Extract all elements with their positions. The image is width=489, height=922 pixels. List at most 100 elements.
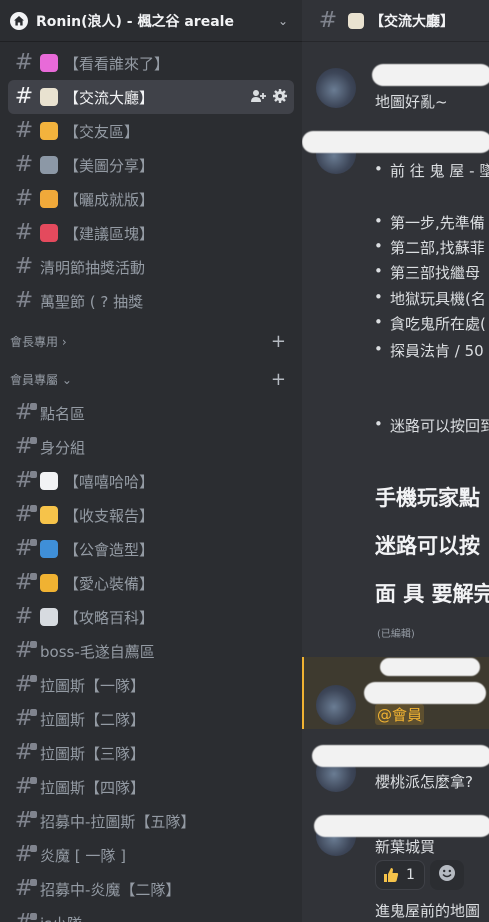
create-channel-icon[interactable]: + <box>271 331 286 352</box>
avatar[interactable] <box>316 68 356 108</box>
channel-0[interactable]: # 【看看誰來了】 <box>8 46 294 80</box>
category-leader-only[interactable]: 會長專用 › + <box>0 324 302 358</box>
money-mouth-face-icon <box>40 506 58 524</box>
performing-arts-icon <box>40 574 58 592</box>
hash-icon: # <box>12 742 37 764</box>
username-redacted <box>372 64 489 86</box>
channel-7[interactable]: # 萬聖節 ( ? 抽獎 <box>8 284 294 318</box>
reaction-thumbs-up[interactable]: 1 <box>375 860 425 890</box>
member-channel-4[interactable]: # 【公會造型】 <box>8 532 294 566</box>
username-redacted <box>302 131 489 153</box>
member-channel-7[interactable]: # boss-毛遂自薦區 <box>8 634 294 668</box>
channel-header: # 【交流大廳】 <box>302 0 489 42</box>
channel-name: is小隊 <box>40 913 82 922</box>
home-icon <box>10 11 28 30</box>
add-reaction-button[interactable] <box>430 860 464 890</box>
channel-name: 萬聖節 ( ? 抽獎 <box>40 292 144 311</box>
member-channel-3[interactable]: # 【收支報告】 <box>8 498 294 532</box>
channel-name: boss-毛遂自薦區 <box>40 642 155 661</box>
member-channel-0[interactable]: # 點名區 <box>8 396 294 430</box>
category-label: 會員專屬 ⌄ <box>10 372 72 387</box>
member-channel-5[interactable]: # 【愛心裝備】 <box>8 566 294 600</box>
channel-list-members: # 點名區 # 身分組 # 【嘻嘻哈哈】 # 【收支報告】 # 【公會造型】 # 【愛心裝備】 # 【攻略… <box>0 396 302 922</box>
channel-6[interactable]: # 清明節抽獎活動 <box>8 250 294 284</box>
channel-sidebar: Ronin(浪人) - 楓之谷 areale ⌄ # 【看看誰來了】 # 【交流大廳】… <box>0 0 302 922</box>
message-heading: 迷路可以按 <box>375 534 480 558</box>
role-mention[interactable]: @會員 <box>375 704 425 725</box>
channel-name: 清明節抽獎活動 <box>40 258 146 277</box>
channel-name: 【收支報告】 <box>64 506 155 525</box>
camera-icon <box>40 156 58 174</box>
channel-name: 拉圖斯【三隊】 <box>40 744 146 763</box>
member-channel-13[interactable]: # 炎魔 [ 一隊 ] <box>8 838 294 872</box>
member-channel-12[interactable]: # 招募中-拉圖斯【五隊】 <box>8 804 294 838</box>
handshake-icon <box>40 122 58 140</box>
avatar[interactable] <box>316 685 356 725</box>
message-bullet: 前 往 鬼 屋 - 墜 <box>374 160 489 181</box>
member-channel-9[interactable]: # 拉圖斯【二隊】 <box>8 702 294 736</box>
member-channel-1[interactable]: # 身分組 <box>8 430 294 464</box>
invite-icon[interactable] <box>250 88 266 104</box>
channel-name: 招募中-拉圖斯【五隊】 <box>40 812 196 831</box>
channel-1[interactable]: # 【交流大廳】 <box>8 80 294 114</box>
category-members-only[interactable]: 會員專屬 ⌄ + <box>0 362 302 396</box>
hash-icon: # <box>14 84 34 109</box>
create-channel-icon[interactable]: + <box>271 369 286 390</box>
channel-4[interactable]: # 【曬成就版】 <box>8 182 294 216</box>
channel-name: 【攻略百科】 <box>64 608 155 627</box>
channel-2[interactable]: # 【交友區】 <box>8 114 294 148</box>
channel-3[interactable]: # 【美圖分享】 <box>8 148 294 182</box>
thumbs-up-icon <box>382 866 400 884</box>
reaction-count: 1 <box>406 867 415 883</box>
channel-name: 【美圖分享】 <box>64 156 155 175</box>
member-channel-11[interactable]: # 拉圖斯【四隊】 <box>8 770 294 804</box>
hash-icon: # <box>12 674 37 696</box>
medal-icon <box>40 190 58 208</box>
chevron-down-icon[interactable]: ⌄ <box>274 14 292 28</box>
hash-icon: # <box>14 118 34 143</box>
username-redacted <box>312 745 489 767</box>
channel-name: 招募中-炎魔【二隊】 <box>40 880 181 899</box>
channel-name: 【看看誰來了】 <box>64 54 170 73</box>
edited-label: (已編輯) <box>377 629 415 640</box>
channel-name: 【曬成就版】 <box>64 190 155 209</box>
username-redacted <box>364 682 486 704</box>
message-heading: 手機玩家點 <box>375 486 480 510</box>
t-shirt-icon <box>40 540 58 558</box>
username-redacted <box>314 815 489 837</box>
hash-icon: # <box>12 572 37 594</box>
member-channel-10[interactable]: # 拉圖斯【三隊】 <box>8 736 294 770</box>
message-bullet: 探員法肯 / 50 <box>374 340 484 361</box>
hash-icon: # <box>12 878 37 900</box>
channel-list-top: # 【看看誰來了】 # 【交流大廳】 # 【交友區】 # 【美圖分享】 # 【曬成就版】 # 【建議區… <box>0 42 302 318</box>
speech-balloon-icon <box>40 472 58 490</box>
member-channel-6[interactable]: # 【攻略百科】 <box>8 600 294 634</box>
message-text: 新葉城買 <box>375 838 436 856</box>
hash-icon: # <box>12 708 37 730</box>
channel-name: 【公會造型】 <box>64 540 155 559</box>
message-bullet: 第三部找繼母 <box>374 262 480 283</box>
message-text: 進鬼屋前的地圖 <box>375 902 481 920</box>
hash-icon: # <box>12 470 37 492</box>
hash-icon: # <box>14 152 34 177</box>
gear-icon[interactable] <box>272 88 288 104</box>
category-label: 會長專用 › <box>10 334 67 349</box>
hash-icon: # <box>12 640 37 662</box>
hash-icon: # <box>14 220 34 245</box>
channel-5[interactable]: # 【建議區塊】 <box>8 216 294 250</box>
member-channel-14[interactable]: # 招募中-炎魔【二隊】 <box>8 872 294 906</box>
hash-icon: # <box>12 912 37 922</box>
member-channel-15[interactable]: #is小隊 <box>8 906 294 922</box>
channel-name: 【嘻嘻哈哈】 <box>64 472 155 491</box>
channel-name: 【建議區塊】 <box>64 224 155 243</box>
hash-icon: # <box>14 254 34 279</box>
member-channel-2[interactable]: # 【嘻嘻哈哈】 <box>8 464 294 498</box>
member-channel-8[interactable]: # 拉圖斯【一隊】 <box>8 668 294 702</box>
server-header[interactable]: Ronin(浪人) - 楓之谷 areale ⌄ <box>0 0 302 42</box>
message-heading: 面 具 要解完 <box>375 582 489 606</box>
channel-name: 【愛心裝備】 <box>64 574 155 593</box>
channel-name: 拉圖斯【一隊】 <box>40 676 146 695</box>
open-book-icon <box>40 608 58 626</box>
message-bullet: 第二部,找蘇菲 <box>374 237 485 258</box>
chat-area: # 【交流大廳】 地圖好亂~ 前 往 鬼 屋 - 墜 第一步,先準備第二部,找蘇… <box>302 0 489 922</box>
